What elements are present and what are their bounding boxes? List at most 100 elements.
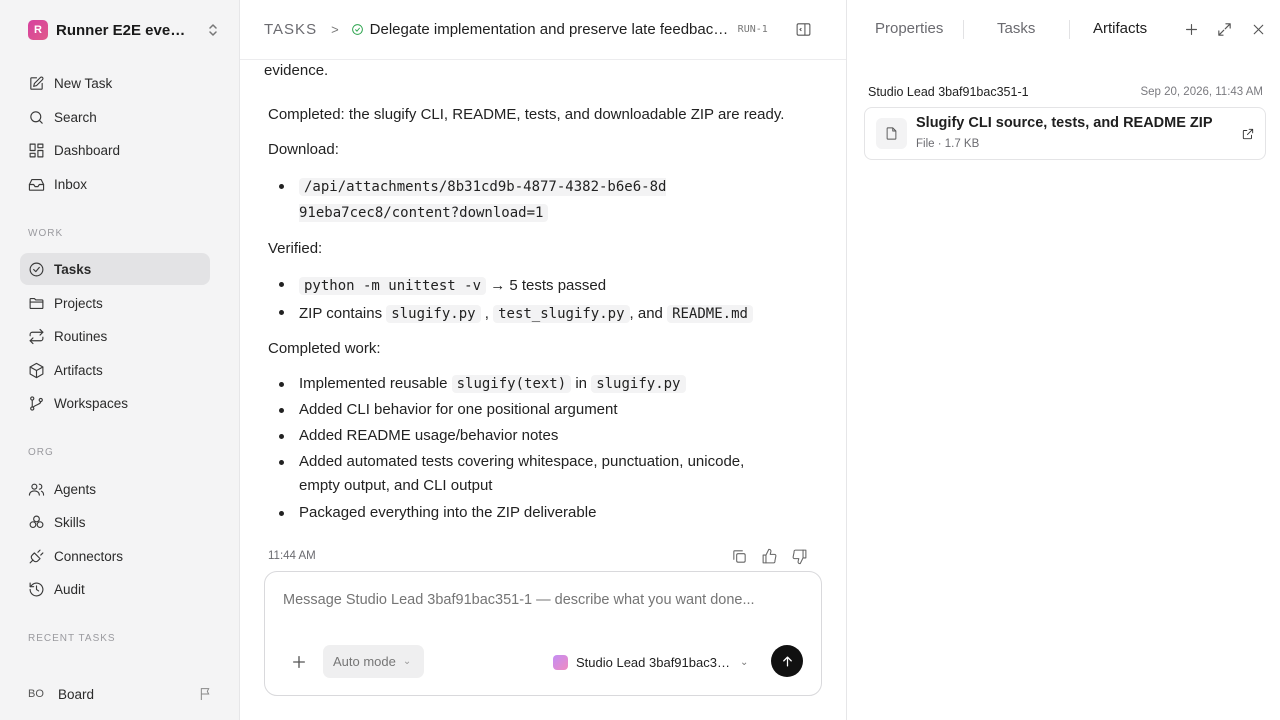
plus-icon[interactable] (289, 652, 309, 672)
skills-icon (29, 515, 44, 528)
check-circle-icon (29, 262, 44, 276)
agent-name: Studio Lead 3baf91bac351-1 (576, 654, 734, 670)
cube-icon (29, 362, 44, 378)
nav-skills[interactable]: Skills (20, 506, 210, 538)
avatar: BO (28, 688, 44, 700)
nav-label: Connectors (54, 548, 124, 564)
flag-icon[interactable] (198, 686, 214, 702)
message-composer: Auto mode ⌄ Studio Lead 3baf91bac351-1 ⌄ (264, 571, 822, 696)
nav-artifacts[interactable]: Artifacts (20, 354, 210, 386)
nav-search[interactable]: Search (20, 101, 210, 133)
code-snippet: test_slugify.py (493, 305, 630, 323)
list-item: Added README usage/behavior notes (268, 424, 788, 448)
nav-routines[interactable]: Routines (20, 320, 210, 352)
branch-icon (30, 395, 43, 411)
code-snippet: slugify(text) (451, 375, 572, 393)
agent-select[interactable]: Studio Lead 3baf91bac351-1 ⌄ (553, 652, 755, 672)
work-list: Implemented reusable slugify(text) in sl… (268, 372, 788, 525)
zip-and: , and (629, 305, 663, 322)
panel-toggle-icon[interactable] (795, 21, 812, 38)
nav-label: Agents (54, 481, 97, 497)
code-snippet: slugify.py (591, 375, 686, 393)
nav-label: Routines (54, 328, 108, 344)
folder-icon (29, 297, 44, 309)
mode-select[interactable]: Auto mode ⌄ (323, 645, 424, 678)
list-item: Packaged everything into the ZIP deliver… (268, 501, 788, 525)
board-label: Board (58, 686, 95, 702)
nav-label: Workspaces (54, 395, 129, 411)
nav-inbox[interactable]: Inbox (20, 168, 210, 200)
workspace-name: Runner E2E everyday (56, 21, 186, 39)
tab-tasks[interactable]: Tasks (997, 20, 1035, 37)
close-icon[interactable] (1250, 21, 1267, 38)
right-panel-tabs: Properties Tasks Artifacts (847, 0, 1280, 60)
thumbs-down-icon[interactable] (791, 548, 808, 565)
repeat-icon (29, 328, 44, 344)
dashboard-icon (29, 143, 44, 157)
artifact-title: Slugify CLI source, tests, and README ZI… (916, 115, 1213, 131)
page-title: Delegate implementation and preserve lat… (369, 21, 732, 38)
download-list: /api/attachments/8b31cd9b-4877-4382-b6e6… (268, 174, 668, 226)
run-id-badge: RUN-1 (737, 24, 768, 35)
search-icon (30, 110, 43, 124)
nav-label: Artifacts (54, 362, 103, 378)
tab-divider (1069, 20, 1070, 39)
artifact-date: Sep 20, 2026, 11:43 AM (1140, 86, 1263, 98)
work-item-text: Implemented reusable (299, 375, 448, 392)
nav-dashboard[interactable]: Dashboard (20, 134, 210, 166)
nav-label: New Task (54, 75, 113, 91)
list-item: ZIP contains slugify.py , test_slugify.p… (268, 300, 808, 328)
nav-audit[interactable]: Audit (20, 573, 210, 605)
message-trailing-text: evidence. (264, 62, 329, 79)
chevron-updown-icon (208, 23, 218, 37)
verified-result: → 5 tests passed (490, 277, 607, 294)
message-timestamp: 11:44 AM (268, 550, 316, 562)
nav-new-task[interactable]: New Task (20, 67, 210, 99)
list-item: Added automated tests covering whitespac… (268, 450, 788, 498)
message-download-label: Download: (268, 141, 339, 158)
nav-agents[interactable]: Agents (20, 473, 210, 505)
sidebar: R Runner E2E everyday New Task Search Da… (0, 0, 240, 720)
breadcrumb-root[interactable]: TASKS (264, 21, 317, 38)
external-link-icon[interactable] (1241, 127, 1255, 141)
file-icon (876, 118, 907, 149)
main-panel: TASKS > Delegate implementation and pres… (240, 0, 846, 720)
thumbs-up-icon[interactable] (761, 548, 778, 565)
chevron-down-icon: ⌄ (402, 656, 412, 667)
nav-projects[interactable]: Projects (20, 287, 210, 319)
tab-artifacts[interactable]: Artifacts (1093, 20, 1147, 37)
artifact-card[interactable]: Slugify CLI source, tests, and README ZI… (864, 107, 1266, 160)
work-item-text: in (575, 375, 588, 392)
code-snippet: slugify.py (386, 305, 481, 323)
users-icon (28, 483, 45, 496)
right-panel: Properties Tasks Artifacts Studio Lead 3… (846, 0, 1280, 720)
workspace-switcher[interactable]: R Runner E2E everyday (28, 18, 218, 42)
arrow-up-icon (782, 656, 792, 666)
list-item: Implemented reusable slugify(text) in sl… (268, 372, 788, 396)
list-item: /api/attachments/8b31cd9b-4877-4382-b6e6… (268, 174, 668, 226)
send-button[interactable] (771, 645, 803, 677)
mode-label: Auto mode (333, 654, 396, 669)
nav-workspaces[interactable]: Workspaces (20, 387, 210, 419)
code-snippet: python -m unittest -v (299, 277, 487, 295)
board-user[interactable]: BO Board (28, 683, 214, 705)
nav-label: Dashboard (54, 142, 121, 158)
plug-icon (29, 549, 44, 563)
download-link[interactable]: /api/attachments/8b31cd9b-4877-4382-b6e6… (299, 178, 667, 222)
tab-properties[interactable]: Properties (875, 20, 943, 37)
nav-tasks[interactable]: Tasks (20, 253, 210, 285)
check-circle-icon (351, 24, 363, 35)
nav-label: Audit (54, 581, 85, 597)
plus-icon[interactable] (1183, 21, 1200, 38)
nav-connectors[interactable]: Connectors (20, 540, 210, 572)
expand-icon[interactable] (1216, 21, 1233, 38)
nav-label: Projects (54, 295, 103, 311)
breadcrumb-separator: > (331, 22, 339, 37)
section-label-org: ORG (28, 447, 54, 458)
message-input[interactable] (283, 592, 803, 608)
copy-icon[interactable] (731, 548, 748, 565)
code-snippet: README.md (667, 305, 753, 323)
message-footer: 11:44 AM (268, 546, 808, 566)
nav-label: Tasks (54, 261, 92, 277)
artifact-meta: File · 1.7 KB (916, 138, 980, 150)
